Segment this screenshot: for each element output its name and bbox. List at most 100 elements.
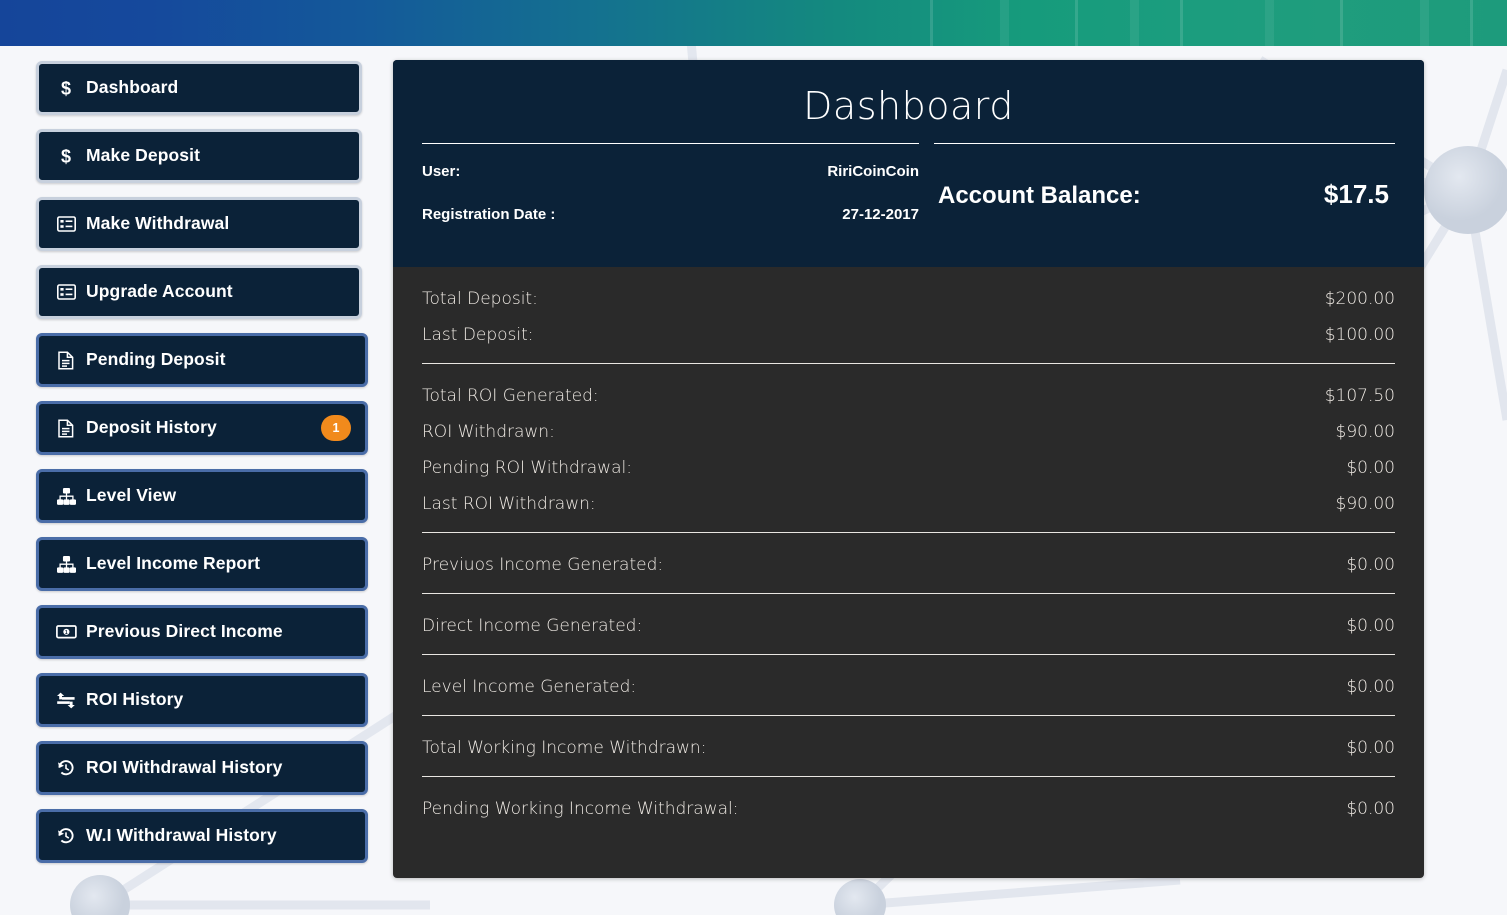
stat-group: Level Income Generated: $0.00	[422, 654, 1395, 715]
table-row: Pending ROI Withdrawal: $0.00	[422, 450, 1395, 486]
stat-group: Total Deposit: $200.00 Last Deposit: $10…	[422, 267, 1395, 363]
stat-label: Direct Income Generated:	[422, 616, 643, 636]
svg-text:$: $	[61, 79, 71, 98]
sidebar-item-make-withdrawal[interactable]: Make Withdrawal	[36, 197, 362, 251]
stat-group: Pending Working Income Withdrawal: $0.00	[422, 776, 1395, 837]
panel-body: Total Deposit: $200.00 Last Deposit: $10…	[393, 267, 1424, 837]
sidebar-item-label: Make Deposit	[86, 145, 201, 166]
file-icon	[55, 418, 77, 438]
sidebar-nav: $ Dashboard $ Make Deposit Make Withdraw…	[36, 61, 368, 877]
svg-text:1: 1	[64, 630, 67, 636]
svg-text:$: $	[61, 147, 71, 166]
sitemap-icon	[55, 555, 77, 573]
stat-value: $0.00	[1346, 555, 1395, 575]
user-label: User:	[422, 163, 461, 180]
sidebar-item-wi-withdrawal-history[interactable]: W.I Withdrawal History	[36, 809, 368, 863]
stat-value: $90.00	[1335, 422, 1395, 442]
table-row: Direct Income Generated: $0.00	[422, 608, 1395, 644]
account-info-column: User: RiriCoinCoin Registration Date : 2…	[422, 143, 919, 249]
stat-value: $107.50	[1324, 386, 1395, 406]
sidebar-item-upgrade-account[interactable]: Upgrade Account	[36, 265, 362, 319]
header-columns: User: RiriCoinCoin Registration Date : 2…	[393, 143, 1424, 249]
list-alt-icon	[55, 284, 77, 300]
sidebar-item-pending-deposit[interactable]: Pending Deposit	[36, 333, 368, 387]
sidebar-item-label: Level Income Report	[86, 553, 261, 574]
stat-label: Previuos Income Generated:	[422, 555, 664, 575]
stat-label: Pending ROI Withdrawal:	[422, 458, 632, 478]
account-balance-row: Account Balance: $17.5	[934, 179, 1395, 210]
sidebar-item-previous-direct-income[interactable]: 1 Previous Direct Income	[36, 605, 368, 659]
table-row: Total Deposit: $200.00	[422, 281, 1395, 317]
stat-value: $100.00	[1324, 325, 1395, 345]
sidebar-item-level-view[interactable]: Level View	[36, 469, 368, 523]
sidebar-item-make-deposit[interactable]: $ Make Deposit	[36, 129, 362, 183]
stat-label: Pending Working Income Withdrawal:	[422, 799, 739, 819]
dollar-icon: $	[55, 79, 77, 98]
sidebar-item-roi-history[interactable]: ROI History	[36, 673, 368, 727]
stat-label: Last ROI Withdrawn:	[422, 494, 596, 514]
sidebar-item-label: Pending Deposit	[86, 349, 226, 370]
dollar-icon: $	[55, 147, 77, 166]
sidebar-item-dashboard[interactable]: $ Dashboard	[36, 61, 362, 115]
history-icon	[55, 759, 77, 777]
stat-value: $200.00	[1324, 289, 1395, 309]
table-row: Total ROI Generated: $107.50	[422, 378, 1395, 414]
sidebar-item-label: Dashboard	[86, 77, 179, 98]
table-row: Pending Working Income Withdrawal: $0.00	[422, 791, 1395, 827]
sidebar-item-label: ROI History	[86, 689, 184, 710]
sidebar-item-label: Previous Direct Income	[86, 621, 283, 642]
account-balance-column: Account Balance: $17.5	[934, 143, 1395, 249]
stat-value: $0.00	[1346, 677, 1395, 697]
table-row: Last ROI Withdrawn: $90.00	[422, 486, 1395, 522]
list-alt-icon	[55, 216, 77, 232]
file-icon	[55, 350, 77, 370]
stat-value: $0.00	[1346, 458, 1395, 478]
top-banner	[0, 0, 1507, 46]
user-value: RiriCoinCoin	[827, 163, 919, 180]
sidebar-item-level-income-report[interactable]: Level Income Report	[36, 537, 368, 591]
sidebar-item-label: Level View	[86, 485, 177, 506]
stat-value: $0.00	[1346, 616, 1395, 636]
stat-label: Total ROI Generated:	[422, 386, 599, 406]
registration-row: Registration Date : 27-12-2017	[422, 206, 919, 223]
sidebar-item-label: Make Withdrawal	[86, 213, 230, 234]
stat-label: Last Deposit:	[422, 325, 534, 345]
user-row: User: RiriCoinCoin	[422, 163, 919, 180]
stat-group: Direct Income Generated: $0.00	[422, 593, 1395, 654]
stat-label: ROI Withdrawn:	[422, 422, 555, 442]
table-row: ROI Withdrawn: $90.00	[422, 414, 1395, 450]
account-balance-label: Account Balance:	[938, 182, 1141, 209]
stat-label: Total Working Income Withdrawn:	[422, 738, 707, 758]
sidebar-item-roi-withdrawal-history[interactable]: ROI Withdrawal History	[36, 741, 368, 795]
sidebar-item-label: W.I Withdrawal History	[86, 825, 277, 846]
stat-group: Total ROI Generated: $107.50 ROI Withdra…	[422, 363, 1395, 532]
stat-label: Level Income Generated:	[422, 677, 637, 697]
dashboard-panel: Dashboard User: RiriCoinCoin Registratio…	[393, 60, 1424, 878]
page-content: $ Dashboard $ Make Deposit Make Withdraw…	[0, 46, 1507, 915]
stat-value: $0.00	[1346, 799, 1395, 819]
sidebar-item-label: Deposit History	[86, 417, 217, 438]
sitemap-icon	[55, 487, 77, 505]
stat-group: Previuos Income Generated: $0.00	[422, 532, 1395, 593]
column-spacer	[919, 143, 934, 249]
status-badge: 1	[321, 415, 351, 441]
registration-label: Registration Date :	[422, 206, 556, 223]
table-row: Total Working Income Withdrawn: $0.00	[422, 730, 1395, 766]
stat-label: Total Deposit:	[422, 289, 538, 309]
stat-value: $0.00	[1346, 738, 1395, 758]
money-bill-icon: 1	[55, 625, 77, 639]
registration-value: 27-12-2017	[842, 206, 919, 223]
exchange-icon	[55, 692, 77, 709]
table-row: Last Deposit: $100.00	[422, 317, 1395, 353]
stat-value: $90.00	[1335, 494, 1395, 514]
table-row: Previuos Income Generated: $0.00	[422, 547, 1395, 583]
stat-group: Total Working Income Withdrawn: $0.00	[422, 715, 1395, 776]
sidebar-item-label: Upgrade Account	[86, 281, 233, 302]
history-icon	[55, 827, 77, 845]
table-row: Level Income Generated: $0.00	[422, 669, 1395, 705]
sidebar-item-label: ROI Withdrawal History	[86, 757, 283, 778]
sidebar-item-deposit-history[interactable]: Deposit History 1	[36, 401, 368, 455]
page-title: Dashboard	[803, 84, 1014, 128]
account-balance-value: $17.5	[1323, 179, 1389, 209]
panel-header: Dashboard User: RiriCoinCoin Registratio…	[393, 60, 1424, 267]
